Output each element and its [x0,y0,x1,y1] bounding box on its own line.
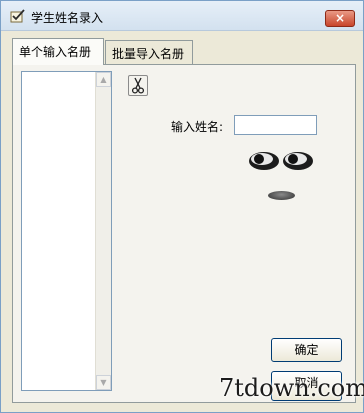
ok-button[interactable]: 确定 [271,338,342,362]
close-icon: × [334,11,346,25]
name-label: 输入姓名: [171,120,224,134]
mouth-decoration [268,191,295,200]
arrow-up-icon: ▲ [100,75,107,84]
tab-single-input[interactable]: 单个输入名册 [12,38,104,65]
tab-label: 单个输入名册 [19,45,92,59]
window-title: 学生姓名录入 [31,11,104,25]
close-button[interactable]: × [325,10,355,27]
student-list[interactable]: ▲ ▼ [21,71,112,391]
list-scrollbar[interactable]: ▲ ▼ [95,72,111,390]
watermark: 7tdown.com [219,374,364,402]
arrow-down-icon: ▼ [100,378,107,387]
tab-label: 批量导入名册 [112,47,185,61]
tab-batch-import[interactable]: 批量导入名册 [105,40,193,64]
student-name-entry-window: 学生姓名录入 × 单个输入名册 批量导入名册 ▲ ▼ 输入姓名: 确定 取消 7… [0,0,364,413]
scroll-down-button[interactable]: ▼ [96,375,111,390]
title-bar[interactable]: 学生姓名录入 × [1,1,363,31]
app-icon [9,8,27,24]
scissors-icon [129,77,147,98]
eyes-decoration [245,149,317,173]
scroll-up-button[interactable]: ▲ [96,72,111,87]
name-input[interactable] [234,115,317,135]
delete-button[interactable] [128,75,148,96]
